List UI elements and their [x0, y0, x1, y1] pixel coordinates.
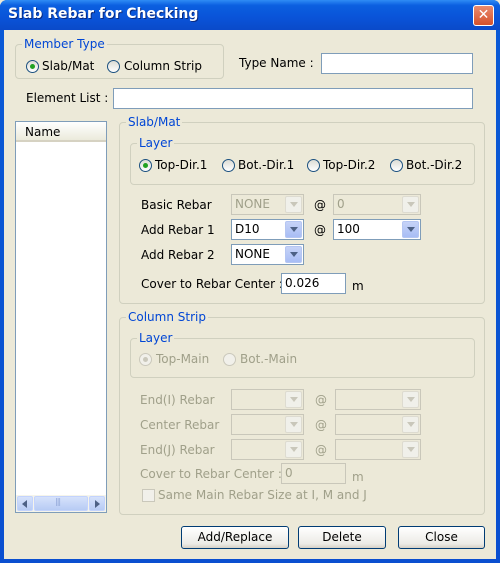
column-strip-legend: Column Strip — [126, 310, 208, 324]
close-button[interactable]: Close — [398, 526, 485, 549]
chevron-down-icon — [402, 416, 419, 433]
chevron-down-icon — [402, 441, 419, 458]
title-bar[interactable]: Slab Rebar for Checking ✕ — [0, 0, 500, 30]
same-main-rebar-checkbox — [142, 489, 155, 502]
basic-rebar-size-value: NONE — [235, 197, 270, 211]
end-i-rebar-spacing-select — [335, 389, 421, 410]
radio-bot-dir-2[interactable] — [390, 159, 403, 172]
dialog-window: Slab Rebar for Checking ✕ Member Type Sl… — [0, 0, 500, 563]
chevron-down-icon — [402, 391, 419, 408]
slab-mat-legend: Slab/Mat — [126, 115, 183, 129]
end-i-rebar-at-label: @ — [315, 393, 327, 407]
center-rebar-spacing-select — [335, 414, 421, 435]
center-rebar-size-select — [231, 414, 304, 435]
add-rebar-2-size-value: NONE — [235, 247, 270, 261]
radio-top-dir-1[interactable] — [139, 159, 152, 172]
radio-slab-mat-label[interactable]: Slab/Mat — [42, 59, 94, 73]
slab-layer-legend: Layer — [137, 136, 175, 150]
radio-column-strip[interactable] — [107, 60, 120, 73]
add-rebar-1-size-value: D10 — [235, 222, 260, 236]
radio-bot-dir-1-label[interactable]: Bot.-Dir.1 — [238, 158, 294, 172]
radio-slab-mat[interactable] — [26, 60, 39, 73]
column-layer-legend: Layer — [137, 331, 175, 345]
basic-rebar-size-select: NONE — [231, 194, 304, 215]
close-window-button[interactable]: ✕ — [473, 5, 494, 26]
end-j-rebar-at-label: @ — [315, 443, 327, 457]
chevron-down-icon — [285, 391, 302, 408]
chevron-down-icon — [285, 416, 302, 433]
dialog-client-area: Member Type Slab/Mat Column Strip Type N… — [4, 30, 496, 559]
add-rebar-1-at-label: @ — [314, 223, 326, 237]
column-cover-input: 0 — [281, 463, 346, 484]
center-rebar-label: Center Rebar — [140, 418, 220, 432]
add-rebar-1-spacing-value: 100 — [337, 222, 360, 236]
scroll-right-icon[interactable] — [89, 496, 105, 511]
radio-column-strip-label[interactable]: Column Strip — [124, 59, 202, 73]
type-name-input[interactable] — [321, 53, 473, 74]
radio-top-dir-2-label[interactable]: Top-Dir.2 — [323, 158, 375, 172]
element-list-label: Element List : — [26, 91, 109, 105]
name-listbox[interactable]: Name — [15, 121, 107, 513]
window-title: Slab Rebar for Checking — [8, 6, 199, 22]
scroll-thumb[interactable] — [34, 496, 88, 511]
basic-rebar-spacing-value: 0 — [337, 197, 345, 211]
chevron-down-icon[interactable] — [402, 221, 419, 238]
type-name-label: Type Name : — [239, 56, 314, 70]
column-cover-unit: m — [352, 470, 364, 484]
basic-rebar-label: Basic Rebar — [141, 198, 212, 212]
radio-bot-main — [223, 353, 236, 366]
slab-cover-label: Cover to Rebar Center : — [141, 277, 283, 291]
column-cover-label: Cover to Rebar Center : — [140, 467, 282, 481]
add-rebar-2-size-select[interactable]: NONE — [231, 244, 304, 265]
basic-rebar-spacing-select: 0 — [333, 194, 421, 215]
slab-cover-unit: m — [352, 279, 364, 293]
name-column-header[interactable]: Name — [16, 122, 106, 142]
radio-top-main-label: Top-Main — [156, 352, 210, 366]
end-j-rebar-label: End(J) Rebar — [140, 443, 215, 457]
scroll-left-icon[interactable] — [17, 496, 33, 511]
slab-cover-input[interactable]: 0.026 — [281, 273, 346, 294]
chevron-down-icon — [285, 441, 302, 458]
add-rebar-1-label: Add Rebar 1 — [141, 223, 215, 237]
chevron-down-icon — [285, 196, 302, 213]
radio-top-dir-1-label[interactable]: Top-Dir.1 — [155, 158, 207, 172]
basic-rebar-at-label: @ — [314, 198, 326, 212]
center-rebar-at-label: @ — [315, 418, 327, 432]
radio-top-main — [139, 353, 152, 366]
chevron-down-icon — [402, 196, 419, 213]
add-replace-button[interactable]: Add/Replace — [181, 526, 289, 549]
name-column-header-label: Name — [25, 125, 61, 139]
horizontal-scrollbar[interactable] — [16, 495, 106, 512]
add-rebar-2-label: Add Rebar 2 — [141, 248, 215, 262]
radio-bot-dir-1[interactable] — [222, 159, 235, 172]
delete-button[interactable]: Delete — [298, 526, 386, 549]
chevron-down-icon[interactable] — [285, 246, 302, 263]
add-rebar-1-size-select[interactable]: D10 — [231, 219, 304, 240]
end-j-rebar-size-select — [231, 439, 304, 460]
radio-bot-main-label: Bot.-Main — [240, 352, 298, 366]
end-i-rebar-label: End(I) Rebar — [140, 393, 215, 407]
element-list-input[interactable] — [113, 88, 473, 109]
add-rebar-1-spacing-select[interactable]: 100 — [333, 219, 421, 240]
member-type-legend: Member Type — [22, 37, 107, 51]
same-main-rebar-label: Same Main Rebar Size at I, M and J — [158, 488, 367, 502]
radio-bot-dir-2-label[interactable]: Bot.-Dir.2 — [406, 158, 462, 172]
end-j-rebar-spacing-select — [335, 439, 421, 460]
radio-top-dir-2[interactable] — [307, 159, 320, 172]
chevron-down-icon[interactable] — [285, 221, 302, 238]
end-i-rebar-size-select — [231, 389, 304, 410]
